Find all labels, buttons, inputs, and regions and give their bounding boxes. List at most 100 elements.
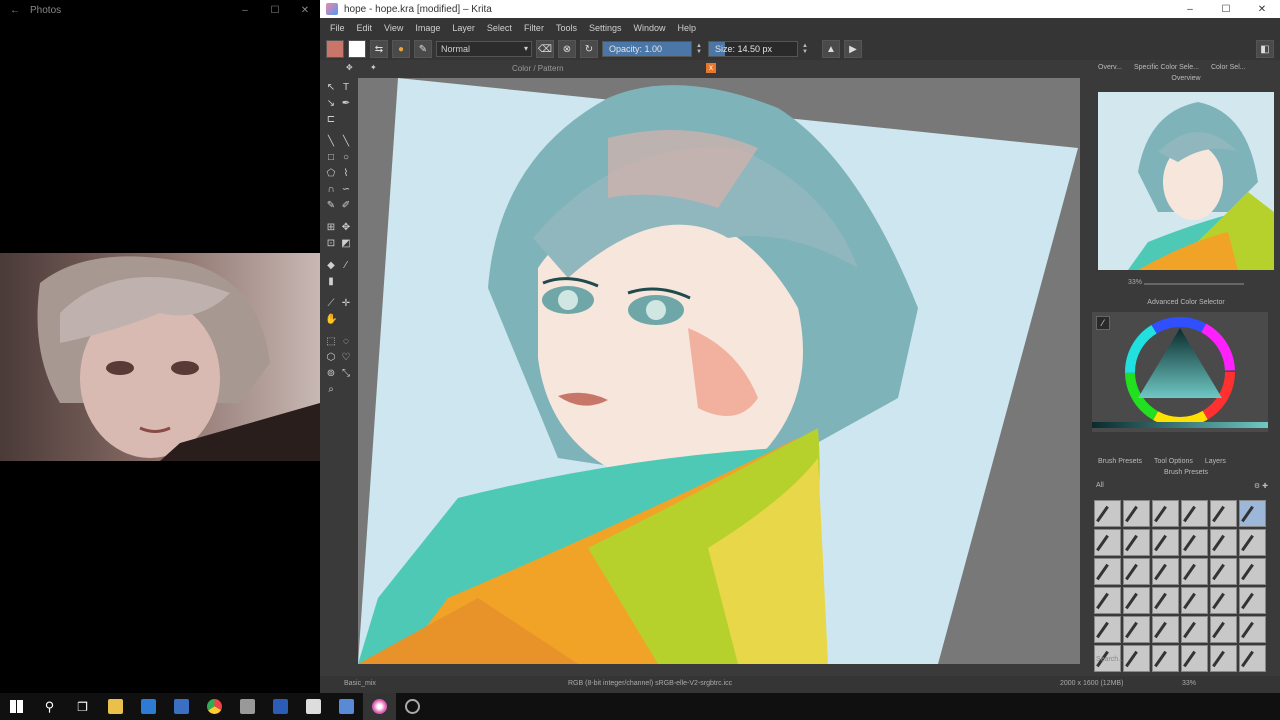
brush-preset[interactable] — [1123, 529, 1150, 556]
menu-edit[interactable]: Edit — [351, 23, 379, 33]
search-icon[interactable]: ⚲ — [33, 693, 66, 720]
size-slider[interactable]: Size: 14.50 px — [708, 41, 798, 57]
menu-help[interactable]: Help — [672, 23, 703, 33]
edit-shapes-icon[interactable]: ↘ — [325, 98, 337, 110]
brush-preset[interactable] — [1123, 616, 1150, 643]
brush-preset[interactable] — [1123, 587, 1150, 614]
outlook-icon[interactable] — [132, 693, 165, 720]
overview-zoom-slider[interactable] — [1144, 283, 1244, 285]
photos-icon[interactable] — [297, 693, 330, 720]
fill-tool-icon[interactable]: ◆ — [325, 260, 337, 272]
menu-file[interactable]: File — [324, 23, 351, 33]
gradient-tool-icon[interactable]: ◩ — [340, 238, 352, 250]
crop-tool-icon[interactable]: ⊞ — [325, 222, 337, 234]
brush-preset[interactable] — [1094, 529, 1121, 556]
tab-tool-options[interactable]: Tool Options — [1148, 458, 1199, 465]
brush-preset[interactable] — [1152, 616, 1179, 643]
minimize-button[interactable]: – — [230, 5, 260, 16]
rect-select-icon[interactable]: ⬚ — [325, 336, 337, 348]
mirror-vertical-icon[interactable]: ▶ — [844, 40, 862, 58]
menu-select[interactable]: Select — [481, 23, 518, 33]
maximize-button[interactable]: ☐ — [1208, 4, 1244, 15]
windows-start-icon[interactable] — [0, 693, 33, 720]
transform-tool-icon[interactable]: ⊡ — [325, 238, 337, 250]
artwork-canvas[interactable] — [358, 78, 1080, 664]
freehand-path-icon[interactable]: ∽ — [340, 184, 352, 196]
minimize-button[interactable]: – — [1172, 4, 1208, 15]
similar-select-icon[interactable]: ⤡ — [340, 368, 352, 380]
ellipse-select-icon[interactable]: ◌ — [340, 336, 352, 348]
color-selector[interactable]: ⁄ — [1092, 312, 1268, 432]
brush-preset[interactable] — [1181, 616, 1208, 643]
brush-preset-icon[interactable]: ✎ — [414, 40, 432, 58]
app-icon[interactable] — [165, 693, 198, 720]
menu-view[interactable]: View — [378, 23, 409, 33]
brush-preset[interactable] — [1239, 616, 1266, 643]
polygon-tool-icon[interactable]: ⬠ — [325, 168, 337, 180]
word-icon[interactable] — [264, 693, 297, 720]
maximize-button[interactable]: ☐ — [260, 5, 290, 16]
contiguous-select-icon[interactable]: ⊚ — [325, 368, 337, 380]
mirror-horizontal-icon[interactable]: ▲ — [822, 40, 840, 58]
close-button[interactable]: ✕ — [1244, 4, 1280, 15]
file-explorer-icon[interactable] — [99, 693, 132, 720]
select-shapes-icon[interactable]: ↖ — [325, 82, 337, 94]
menu-settings[interactable]: Settings — [583, 23, 628, 33]
rectangle-tool-icon[interactable]: □ — [325, 152, 337, 164]
document-tab[interactable]: Color / Pattern — [512, 64, 564, 73]
brush-preset-selected[interactable] — [1239, 500, 1266, 527]
reload-preset-icon[interactable]: ↻ — [580, 40, 598, 58]
brush-preset[interactable] — [1181, 500, 1208, 527]
assistant-tool-icon[interactable]: ⟋ — [325, 298, 337, 310]
brush-preset[interactable] — [1239, 587, 1266, 614]
chrome-icon[interactable] — [198, 693, 231, 720]
foreground-color-swatch[interactable] — [326, 40, 344, 58]
tab-specific-color-selector[interactable]: Specific Color Sele... — [1128, 64, 1205, 71]
horizontal-scrollbar[interactable] — [358, 664, 1080, 670]
brush-preset[interactable] — [1152, 529, 1179, 556]
reference-icon[interactable]: ⊏ — [325, 114, 337, 126]
pin-icon[interactable]: ✥ — [346, 63, 353, 72]
task-view-icon[interactable]: ❐ — [66, 693, 99, 720]
color-picker-icon[interactable]: ⁄ — [340, 260, 352, 272]
menu-image[interactable]: Image — [409, 23, 446, 33]
menu-tools[interactable]: Tools — [550, 23, 583, 33]
bezier-tool-icon[interactable]: ∩ — [325, 184, 337, 196]
brush-preset[interactable] — [1181, 587, 1208, 614]
brush-preset[interactable] — [1210, 558, 1237, 585]
brush-preset[interactable] — [1181, 529, 1208, 556]
brush-preset[interactable] — [1239, 558, 1266, 585]
brush-preset[interactable] — [1094, 558, 1121, 585]
menu-layer[interactable]: Layer — [446, 23, 481, 33]
brush-preset[interactable] — [1123, 558, 1150, 585]
move-tool-icon[interactable]: ✥ — [340, 222, 352, 234]
obs-icon[interactable] — [396, 693, 429, 720]
app-icon-2[interactable] — [231, 693, 264, 720]
tab-brush-presets[interactable]: Brush Presets — [1092, 458, 1148, 465]
preserve-alpha-icon[interactable]: ⊗ — [558, 40, 576, 58]
menu-filter[interactable]: Filter — [518, 23, 550, 33]
swap-colors-icon[interactable]: ⇆ — [370, 40, 388, 58]
brush-filter-select[interactable]: All — [1096, 482, 1104, 489]
brush-preset[interactable] — [1123, 500, 1150, 527]
brush-preset[interactable] — [1152, 558, 1179, 585]
polyline-tool-icon[interactable]: ⌇ — [340, 168, 352, 180]
close-button[interactable]: ✕ — [290, 5, 320, 16]
measure-tool-icon[interactable]: ✛ — [340, 298, 352, 310]
brush-preset[interactable] — [1152, 500, 1179, 527]
canvas-viewport[interactable] — [358, 78, 1080, 664]
brush-preset[interactable] — [1239, 529, 1266, 556]
tab-color-selector[interactable]: Color Sel... — [1205, 64, 1252, 71]
polygon-select-icon[interactable]: ⬡ — [325, 352, 337, 364]
workspace-icon[interactable]: ◧ — [1256, 40, 1274, 58]
menu-window[interactable]: Window — [627, 23, 671, 33]
brush-preset[interactable] — [1094, 587, 1121, 614]
fill-pattern-icon[interactable]: ● — [392, 40, 410, 58]
close-tab-icon[interactable]: x — [706, 63, 716, 73]
blend-mode-select[interactable]: Normal ▾ — [436, 41, 532, 57]
zoom-tool-icon[interactable]: ⌕ — [325, 384, 337, 396]
tab-layers[interactable]: Layers — [1199, 458, 1232, 465]
freehand-select-icon[interactable]: ♡ — [340, 352, 352, 364]
brush-tool-icon[interactable]: ╲ — [325, 136, 337, 148]
brush-preset[interactable] — [1094, 500, 1121, 527]
